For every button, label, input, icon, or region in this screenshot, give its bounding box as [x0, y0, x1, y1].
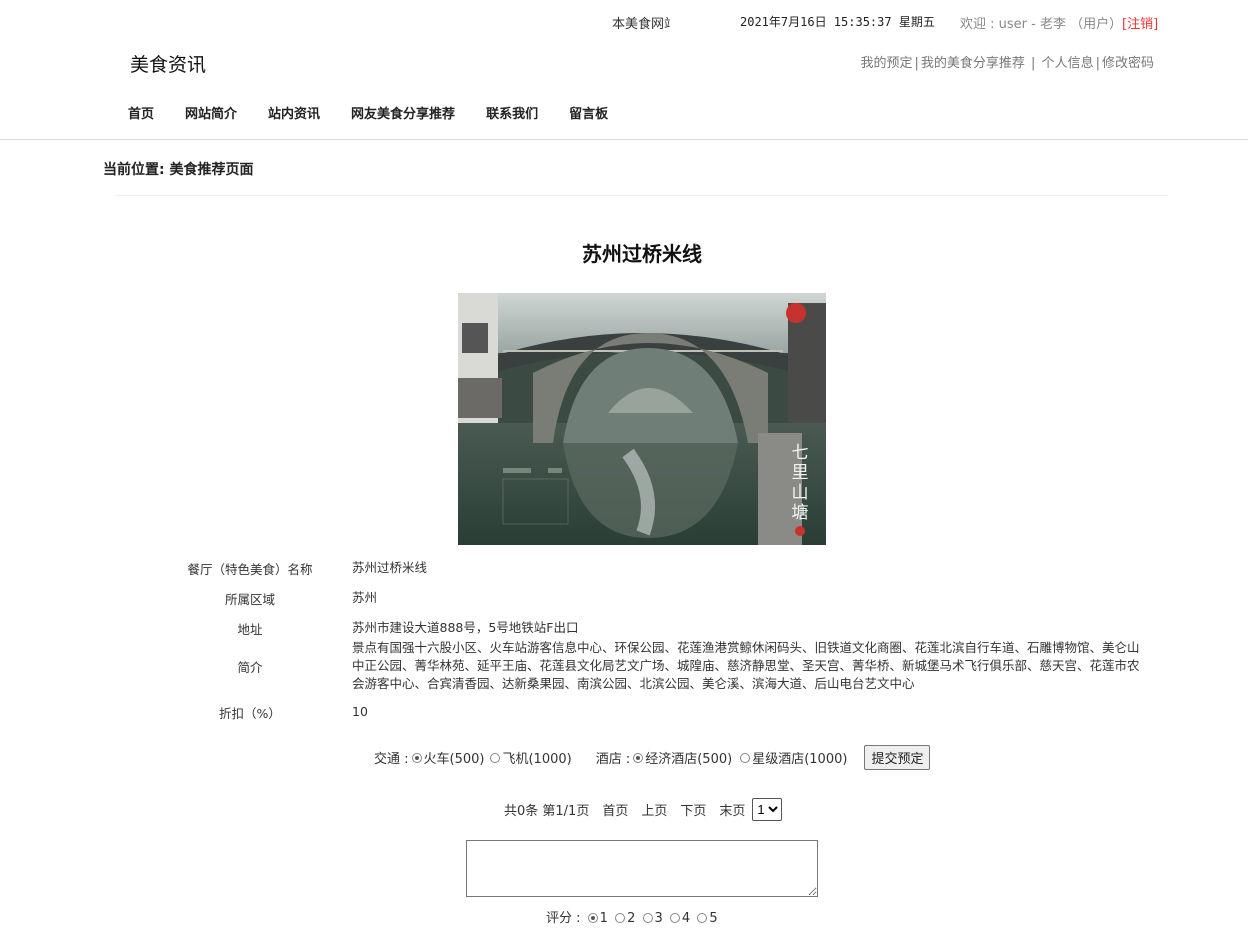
photo-caption-text: 七里山塘 — [792, 443, 809, 523]
transport-plane-label: 飞机(1000) — [502, 752, 572, 767]
profile-link[interactable]: 个人信息 — [1042, 56, 1094, 71]
food-title: 苏州过桥米线 — [582, 242, 702, 266]
current-datetime: 2021年7月16日 15:35:37 星期五 — [740, 15, 935, 29]
transport-plane-radio[interactable] — [490, 752, 501, 763]
submit-booking-button[interactable]: 提交预定 — [864, 745, 931, 770]
rating-option-3: 3 — [654, 911, 663, 926]
marquee-notice: 本美食网站 — [612, 17, 670, 32]
hotel-label: 酒店 : — [595, 752, 631, 767]
field-value-intro: 景点有国强十六股小区、火车站游客信息中心、环保公园、花莲渔港赏鲸休闲码头、旧铁道… — [352, 640, 1140, 691]
separator: | — [1026, 56, 1040, 71]
transport-label: 交通 : — [374, 752, 409, 767]
welcome-text: 欢迎 : user - 老李 （用户） — [960, 17, 1123, 32]
nav-about[interactable]: 网站简介 — [185, 103, 237, 122]
change-password-link[interactable]: 修改密码 — [1102, 56, 1154, 71]
top-bar: 本美食网站 2021年7月16日 15:35:37 星期五 欢迎 : user … — [0, 13, 1248, 33]
breadcrumb-divider — [116, 195, 1168, 196]
food-info-table: 餐厅（特色美食）名称 苏州过桥米线 所属区域 苏州 地址 苏州市建设大道888号… — [150, 557, 1150, 723]
main-nav: 首页 网站简介 站内资讯 网友美食分享推荐 联系我们 留言板 — [128, 103, 639, 122]
page-select[interactable]: 1 — [752, 798, 783, 821]
user-links: 我的预定 | 我的美食分享推荐 | 个人信息 | 修改密码 — [861, 52, 1155, 71]
my-bookings-link[interactable]: 我的预定 — [861, 56, 913, 71]
hotel-star-label: 星级酒店(1000) — [752, 752, 848, 767]
field-value-region: 苏州 — [352, 590, 378, 605]
hotel-economy-label: 经济酒店(500) — [645, 752, 733, 767]
separator: | — [914, 56, 919, 71]
pager: 共0条 第1/1页 首页 上页 下页 末页 1 — [504, 798, 783, 821]
field-label-name: 餐厅（特色美食）名称 — [187, 561, 313, 577]
rating-option-1: 1 — [599, 911, 608, 926]
canal-bridge-image: 七里山塘 — [458, 293, 826, 545]
nav-home[interactable]: 首页 — [128, 103, 154, 122]
pager-first-link[interactable]: 首页 — [602, 800, 628, 819]
nav-food-shares[interactable]: 网友美食分享推荐 — [351, 103, 455, 122]
pager-summary: 共0条 第1/1页 — [504, 804, 590, 819]
pager-next-link[interactable]: 下页 — [680, 800, 706, 819]
separator: | — [1095, 56, 1100, 71]
field-value-discount: 10 — [352, 704, 368, 719]
nav-message-board[interactable]: 留言板 — [569, 103, 608, 122]
rating-radio-1[interactable] — [587, 913, 598, 923]
rating-radio-2[interactable] — [615, 913, 626, 923]
logout-link[interactable]: [注销] — [1122, 13, 1158, 32]
field-value-name: 苏州过桥米线 — [352, 560, 428, 575]
rating-radio-5[interactable] — [697, 913, 708, 923]
food-photo: 七里山塘 — [458, 293, 826, 545]
hotel-star-radio[interactable] — [740, 752, 751, 763]
rating-label: 评分 : — [546, 911, 581, 926]
field-label-discount: 折扣（%） — [219, 705, 281, 721]
field-label-intro: 简介 — [237, 659, 263, 675]
comment-input[interactable] — [466, 840, 818, 897]
nav-divider — [0, 139, 1248, 140]
my-food-shares-link[interactable]: 我的美食分享推荐 — [921, 56, 1025, 71]
pager-prev-link[interactable]: 上页 — [641, 800, 667, 819]
transport-train-radio[interactable] — [411, 752, 422, 763]
rating-group: 评分 : 1 2 3 4 5 — [546, 907, 718, 926]
rating-radio-4[interactable] — [669, 913, 680, 923]
pager-last-link[interactable]: 末页 — [719, 800, 745, 819]
hotel-economy-radio[interactable] — [633, 752, 644, 763]
rating-radio-3[interactable] — [642, 913, 653, 923]
field-value-address: 苏州市建设大道888号，5号地铁站F出口 — [352, 620, 579, 635]
nav-contact[interactable]: 联系我们 — [486, 103, 538, 122]
field-label-address: 地址 — [237, 621, 263, 637]
rating-option-2: 2 — [627, 911, 636, 926]
nav-news[interactable]: 站内资讯 — [268, 103, 320, 122]
booking-form: 交通 : 火车(500) 飞机(1000) 酒店 : 经济酒店(500) 星级酒… — [374, 745, 931, 770]
field-label-region: 所属区域 — [224, 591, 275, 607]
rating-option-4: 4 — [681, 911, 691, 926]
breadcrumb: 当前位置: 美食推荐页面 — [103, 162, 254, 178]
transport-train-label: 火车(500) — [423, 752, 485, 767]
rating-option-5: 5 — [709, 911, 718, 926]
site-title: 美食资讯 — [130, 54, 207, 76]
